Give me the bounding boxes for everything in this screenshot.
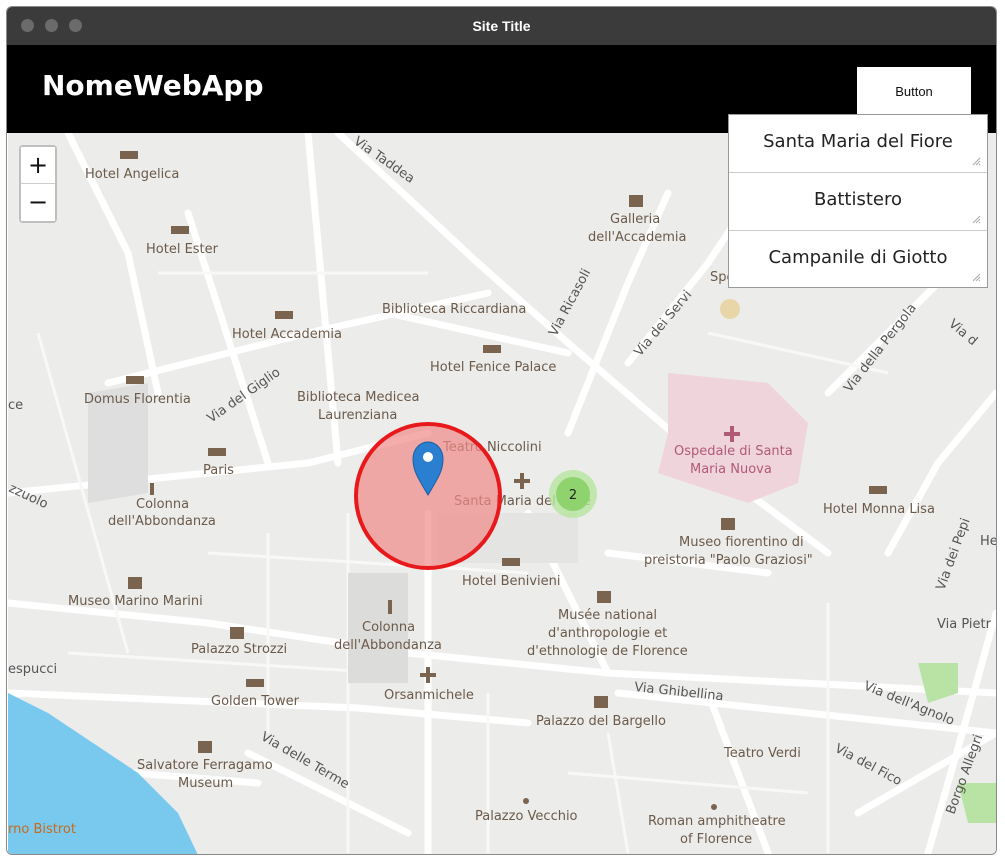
hotel-icon xyxy=(275,311,293,319)
place-label: Museum xyxy=(178,776,233,791)
place-label: Paris xyxy=(203,463,234,478)
zoom-in-button[interactable]: + xyxy=(21,147,55,184)
place-label: dell'Accademia xyxy=(588,230,686,245)
street-label: Via della Pergola xyxy=(841,301,919,395)
place-label: preistoria "Paolo Graziosi" xyxy=(644,553,813,568)
brand-name: NomeWebApp xyxy=(42,69,264,102)
place-label: Biblioteca Medicea xyxy=(297,390,420,405)
museum-icon xyxy=(230,627,244,639)
street-label: ce xyxy=(8,398,23,413)
hotel-icon xyxy=(869,486,887,494)
hospital-cross-icon xyxy=(724,432,740,436)
place-label: Salvatore Ferragamo xyxy=(137,758,273,773)
place-label: dell'Abbondanza xyxy=(334,638,442,653)
museum-icon xyxy=(128,577,142,589)
place-label: Golden Tower xyxy=(211,694,300,709)
resize-grip-icon[interactable] xyxy=(971,156,981,166)
title-bar: Site Title xyxy=(7,7,996,45)
monument-icon xyxy=(388,600,392,614)
place-label: Colonna xyxy=(136,497,189,512)
hotel-icon xyxy=(171,226,189,234)
street-label: espucci xyxy=(8,662,57,677)
place-label: Museo Marino Marini xyxy=(68,594,203,609)
street-label: Via dei Servi xyxy=(632,288,696,360)
museum-icon xyxy=(721,518,735,530)
place-label: Hotel Benivieni xyxy=(462,574,561,589)
place-label: Domus Florentia xyxy=(84,392,191,407)
hotel-icon xyxy=(208,448,226,456)
museum-icon xyxy=(594,696,608,708)
poi-dot-icon xyxy=(711,804,717,810)
place-label: Orsanmichele xyxy=(384,688,474,703)
poi-dot-icon xyxy=(523,798,529,804)
place-list-item[interactable]: Battistero xyxy=(729,173,987,231)
place-label: Palazzo Vecchio xyxy=(475,809,578,824)
hotel-icon xyxy=(502,558,520,566)
park xyxy=(918,663,958,703)
place-label: Maria Nuova xyxy=(690,462,772,477)
place-label: Roman amphitheatre xyxy=(648,814,786,829)
place-item-label: Campanile di Giotto xyxy=(768,247,948,268)
place-list-panel: Santa Maria del Fiore Battistero Campani… xyxy=(728,114,988,288)
zoom-out-button[interactable]: − xyxy=(21,184,55,221)
place-label: Palazzo del Bargello xyxy=(536,714,666,729)
cluster-count: 2 xyxy=(569,488,577,503)
place-label: Colonna xyxy=(362,620,415,635)
place-label: Hotel Angelica xyxy=(85,167,179,182)
museum-icon xyxy=(597,591,611,603)
place-label: Palazzo Strozzi xyxy=(191,642,287,657)
zoom-control: + − xyxy=(19,145,57,223)
place-label: d'ethnologie de Florence xyxy=(527,644,688,659)
place-label: Hotel Ester xyxy=(146,242,219,257)
place-label: rno Bistrot xyxy=(8,822,76,837)
window-title: Site Title xyxy=(472,18,531,34)
place-label: Ospedale di Santa xyxy=(674,444,793,459)
hotel-icon xyxy=(483,345,501,353)
place-label: Galleria xyxy=(610,212,660,227)
cluster-marker[interactable]: 2 xyxy=(549,470,597,518)
place-label: Museo fiorentino di xyxy=(679,535,804,550)
hotel-icon xyxy=(120,151,138,159)
header-button[interactable]: Button xyxy=(857,67,971,115)
place-label: Hotel Fenice Palace xyxy=(430,360,556,375)
street-label: Via Pietr xyxy=(937,617,992,632)
cross-icon xyxy=(514,479,530,483)
place-label: Laurenziana xyxy=(318,408,397,423)
resize-grip-icon[interactable] xyxy=(971,272,981,282)
street-label: Via d xyxy=(945,317,980,349)
resize-grip-icon[interactable] xyxy=(971,214,981,224)
place-label: d'anthropologie et xyxy=(548,626,667,641)
street-label: Via dei Pepi xyxy=(934,516,974,592)
place-label: Hotel Accademia xyxy=(232,327,342,342)
street-label: Via del Fico xyxy=(832,741,904,789)
hotel-icon xyxy=(246,679,264,687)
plaza xyxy=(720,299,740,319)
monument-icon xyxy=(150,483,154,495)
museum-icon xyxy=(198,741,212,753)
place-item-label: Santa Maria del Fiore xyxy=(763,131,953,152)
place-label: Hotel Monna Lisa xyxy=(823,502,935,517)
place-label: Biblioteca Riccardiana xyxy=(382,302,526,317)
place-label: Musée national xyxy=(558,608,657,623)
street-label: He xyxy=(980,534,996,549)
street-label: Via Ricasoli xyxy=(546,266,594,338)
street-label: zzuolo xyxy=(8,481,50,512)
hotel-icon xyxy=(126,376,144,384)
place-label: of Florence xyxy=(680,832,752,847)
cross-icon xyxy=(420,673,436,677)
street-label: Via del Giglio xyxy=(205,365,284,426)
place-label: dell'Abbondanza xyxy=(108,514,216,529)
place-item-label: Battistero xyxy=(813,189,903,210)
place-list-item[interactable]: Santa Maria del Fiore xyxy=(729,115,987,173)
museum-icon xyxy=(629,195,643,207)
place-label: Teatro Verdi xyxy=(723,746,801,761)
place-list-item[interactable]: Campanile di Giotto xyxy=(729,231,987,288)
